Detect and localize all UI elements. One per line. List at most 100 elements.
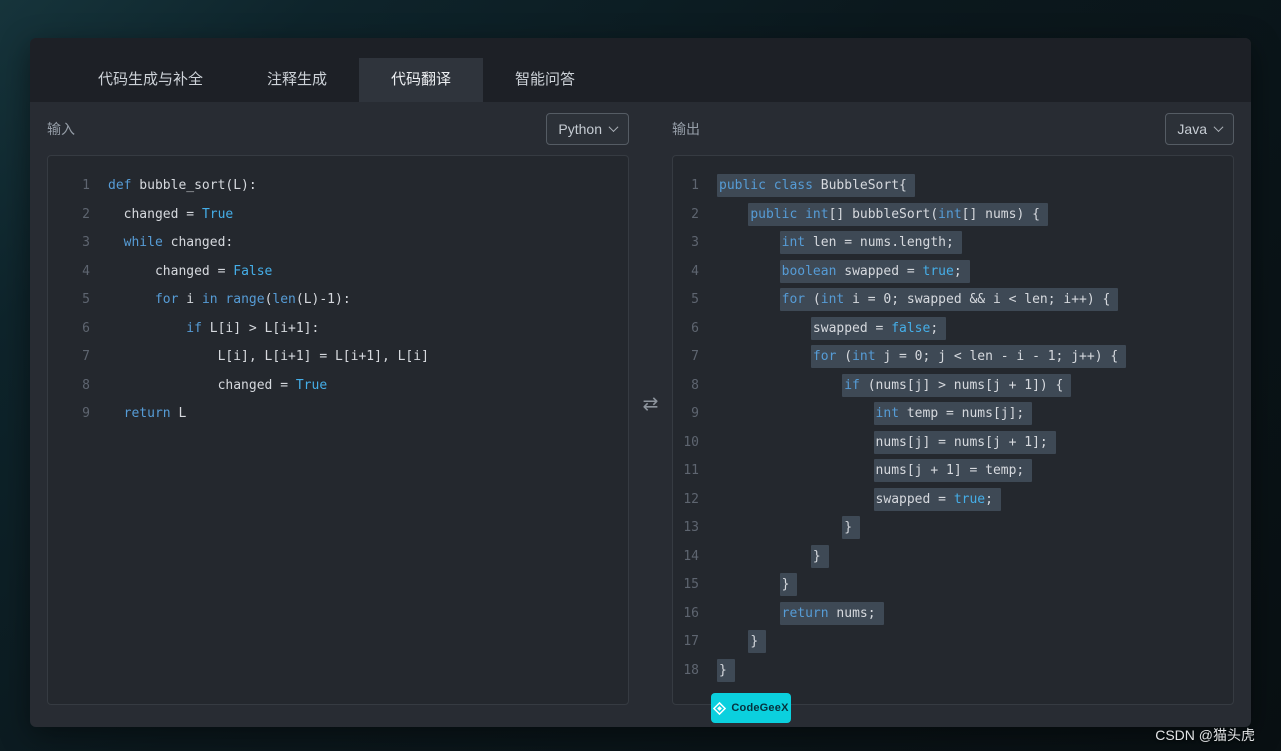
tab-code-translation[interactable]: 代码翻译 — [359, 58, 484, 102]
code-line: 8 changed = True — [48, 372, 628, 401]
code-line: 15 } — [673, 571, 1233, 600]
code-line-text: int len = nums.length; — [699, 229, 962, 258]
code-line-text: while changed: — [123, 235, 234, 250]
line-number: 3 — [82, 235, 90, 250]
line-number: 5 — [82, 292, 90, 307]
code-line: 2 changed = True — [48, 201, 628, 230]
line-number: 14 — [683, 548, 699, 564]
code-line-text: changed = False — [154, 263, 273, 279]
line-number: 12 — [683, 491, 699, 507]
code-line: 9 return L — [48, 400, 628, 429]
code-line: 1 def bubble_sort(L): — [48, 172, 628, 201]
line-number: 15 — [683, 577, 699, 592]
code-line: 5 for i in range(len(L)-1): — [48, 286, 628, 315]
code-line-text: public class BubbleSort{ — [699, 172, 915, 201]
code-line: 9 int temp = nums[j]; — [673, 400, 1233, 429]
line-number: 4 — [82, 263, 90, 279]
line-number: 13 — [683, 520, 699, 535]
code-line-text: boolean swapped = true; — [699, 258, 970, 287]
code-line-text: swapped = false; — [699, 315, 947, 344]
output-language-select[interactable]: Java — [1165, 112, 1234, 145]
line-number: 2 — [691, 206, 699, 222]
tab-bar: 代码生成与补全 注释生成 代码翻译 智能问答 — [30, 38, 1251, 102]
panel-content: 输入 Python 输出 Java 1 def bubble_sort(L): 2 … — [30, 102, 1251, 727]
code-line-text: public int[] bubbleSort(int[] nums) { — [699, 201, 1048, 230]
code-line-text: nums[j + 1] = temp; — [699, 457, 1033, 486]
code-line: 12 swapped = true; — [673, 486, 1233, 515]
code-line-text: int temp = nums[j]; — [699, 400, 1033, 429]
line-number: 16 — [683, 605, 699, 621]
input-language-select[interactable]: Python — [546, 112, 629, 145]
line-number: 8 — [82, 377, 90, 393]
code-line-text: nums[j] = nums[j + 1]; — [699, 429, 1056, 458]
output-toolbar: 输出 Java — [672, 112, 1234, 145]
code-line: 18} — [673, 657, 1233, 686]
code-line-text: def bubble_sort(L): — [108, 178, 257, 193]
codegeex-badge[interactable]: CodeGeeX — [711, 693, 791, 723]
line-number: 7 — [82, 349, 90, 364]
codegeex-logo-icon — [713, 701, 727, 715]
code-line-text: return nums; — [699, 600, 884, 629]
editors-gap: ⇄ — [629, 155, 672, 705]
code-line-text: } — [699, 628, 767, 657]
code-line-text: if (nums[j] > nums[j + 1]) { — [699, 372, 1072, 401]
code-line: 13 } — [673, 514, 1233, 543]
output-code-editor: 1 public class BubbleSort{2 public int[] … — [672, 155, 1234, 705]
code-line: 16 return nums; — [673, 600, 1233, 629]
line-number: 5 — [691, 292, 699, 307]
code-line: 4 boolean swapped = true; — [673, 258, 1233, 287]
line-number: 8 — [691, 377, 699, 393]
swap-languages-icon[interactable]: ⇄ — [643, 393, 659, 415]
input-language-value: Python — [558, 120, 602, 137]
line-number: 9 — [691, 406, 699, 421]
line-number: 1 — [82, 178, 90, 193]
code-line: 7 for (int j = 0; j < len - i - 1; j++) … — [673, 343, 1233, 372]
code-line: 6 if L[i] > L[i+1]: — [48, 315, 628, 344]
tab-code-generation[interactable]: 代码生成与补全 — [66, 58, 235, 102]
code-line-text: for (int i = 0; swapped && i < len; i++)… — [699, 286, 1119, 315]
code-line: 4 changed = False — [48, 258, 628, 287]
chevron-down-icon — [1213, 122, 1224, 133]
code-line: 2 public int[] bubbleSort(int[] nums) { — [673, 201, 1233, 230]
line-number: 6 — [691, 320, 699, 336]
line-number: 6 — [82, 320, 90, 336]
chevron-down-icon — [608, 122, 619, 133]
output-label: 输出 — [672, 120, 700, 137]
code-line-text: } — [699, 571, 798, 600]
line-number: 17 — [683, 634, 699, 649]
code-line-text: changed = True — [217, 377, 328, 393]
tab-smart-qa[interactable]: 智能问答 — [483, 58, 607, 102]
code-line-text: } — [699, 514, 861, 543]
line-number: 18 — [683, 662, 699, 678]
code-translate-panel: 代码生成与补全 注释生成 代码翻译 智能问答 输入 Python 输出 Java 1 d… — [30, 38, 1251, 727]
code-line: 14 } — [673, 543, 1233, 572]
code-line-text: for (int j = 0; j < len - i - 1; j++) { — [699, 343, 1127, 372]
code-line-text: if L[i] > L[i+1]: — [186, 320, 320, 336]
code-line-text: changed = True — [123, 206, 234, 222]
code-line-text: return L — [123, 406, 187, 421]
line-number: 11 — [683, 463, 699, 478]
line-number: 10 — [683, 434, 699, 450]
watermark: CSDN @猫头虎 — [1155, 727, 1255, 743]
toolbar: 输入 Python 输出 Java — [47, 102, 1234, 155]
tab-comment-generation[interactable]: 注释生成 — [235, 58, 359, 102]
code-line: 3 while changed: — [48, 229, 628, 258]
input-code-editor[interactable]: 1 def bubble_sort(L): 2 changed = True 3 wh… — [47, 155, 629, 705]
code-line-text: } — [699, 543, 829, 572]
input-label: 输入 — [47, 120, 75, 137]
code-line: 5 for (int i = 0; swapped && i < len; i+… — [673, 286, 1233, 315]
line-number: 2 — [82, 206, 90, 222]
code-line-text: for i in range(len(L)-1): — [154, 292, 351, 307]
code-line: 17 } — [673, 628, 1233, 657]
line-number: 1 — [691, 178, 699, 193]
code-line: 1 public class BubbleSort{ — [673, 172, 1233, 201]
line-number: 3 — [691, 235, 699, 250]
line-number: 4 — [691, 263, 699, 279]
code-line-text: L[i], L[i+1] = L[i+1], L[i] — [217, 349, 429, 364]
editors-row: 1 def bubble_sort(L): 2 changed = True 3 wh… — [47, 155, 1234, 705]
code-line: 3 int len = nums.length; — [673, 229, 1233, 258]
line-number: 9 — [82, 406, 90, 421]
output-language-value: Java — [1177, 120, 1207, 137]
code-line: 6 swapped = false; — [673, 315, 1233, 344]
code-line: 7 L[i], L[i+1] = L[i+1], L[i] — [48, 343, 628, 372]
